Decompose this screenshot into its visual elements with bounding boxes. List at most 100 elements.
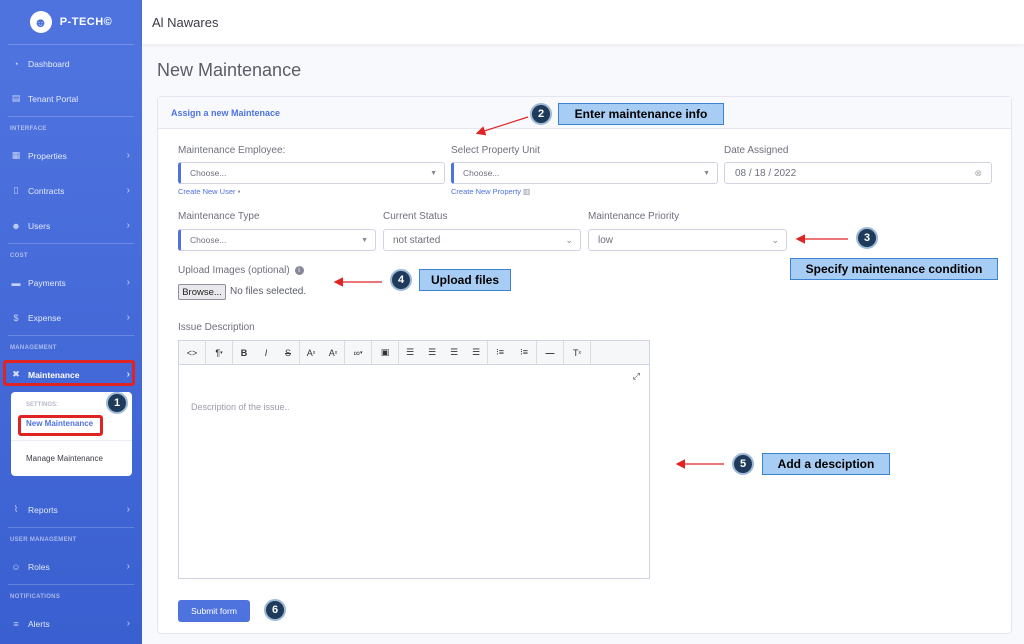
create-property-link[interactable]: Create New Property ▥ (451, 187, 530, 196)
annotation-number-2: 2 (530, 103, 552, 125)
sidebar-item-label: Properties (28, 150, 67, 161)
sidebar-item-users[interactable]: ☻ Users › (0, 208, 142, 243)
fullscreen-icon[interactable]: ⤢ (633, 371, 640, 382)
id-card-icon: ▪ (237, 187, 241, 196)
employee-select[interactable]: Choose... ▼ (178, 162, 445, 184)
sidebar-item-dashboard[interactable]: ◔ Dashboard (0, 46, 142, 81)
image-icon[interactable]: ▣ (372, 341, 398, 365)
user-role-icon: ☺ (11, 561, 21, 572)
subscript-icon[interactable]: Ax (322, 341, 344, 365)
portal-icon: ▤ (11, 93, 21, 103)
property-label: Select Property Unit (451, 145, 540, 156)
rich-text-editor[interactable]: <> ¶ ▾ B I S Ax Ax ∞ ▾ ▣ ☰ ☰ ☰ ☰ ⁝≡ ⁝≡ — T… (178, 340, 650, 579)
sidebar-item-expense[interactable]: $ Expense › (0, 300, 142, 335)
chevron-right-icon: › (126, 312, 130, 323)
building-icon: ▦ (11, 150, 21, 160)
info-icon: i (294, 266, 304, 275)
code-view-icon[interactable]: <> (179, 341, 205, 365)
strikethrough-icon[interactable]: S (277, 341, 299, 365)
annotation-number-3: 3 (856, 227, 878, 249)
status-label: Current Status (383, 211, 448, 222)
sidebar-item-label: Alerts (28, 618, 50, 629)
sidebar-item-payments[interactable]: ▬ Payments › (0, 265, 142, 300)
caret-down-icon: ▼ (430, 169, 437, 177)
caret-down-icon: ▼ (703, 169, 710, 177)
justify-icon[interactable]: ☰ (465, 341, 487, 365)
chart-icon: ⌇ (13, 504, 19, 514)
sidebar-heading-user-management: USER MANAGEMENT (10, 537, 77, 543)
building-icon: ▥ (523, 187, 531, 196)
sidebar-item-properties[interactable]: ▦ Properties › (0, 138, 142, 173)
chevron-right-icon: › (126, 185, 130, 196)
date-input[interactable]: 08 / 18 / 2022 ⊗ (724, 162, 992, 184)
priority-select-value: low (598, 234, 614, 246)
annotation-label-4: Upload files (419, 269, 511, 291)
sidebar-item-label: Dashboard (28, 58, 70, 69)
horizontal-rule-icon[interactable]: — (537, 341, 563, 365)
employee-label: Maintenance Employee: (178, 145, 286, 156)
italic-icon[interactable]: I (255, 341, 277, 365)
paragraph-icon[interactable]: ¶ ▾ (206, 341, 232, 365)
status-select-value: not started (393, 234, 441, 246)
clear-format-icon[interactable]: Tx (564, 341, 590, 365)
dashboard-icon: ◔ (13, 58, 19, 69)
create-user-link[interactable]: Create New User ▪ (178, 187, 240, 196)
sidebar-item-label: Roles (28, 561, 50, 572)
sidebar-item-label: Contracts (28, 185, 65, 196)
chevron-right-icon: › (126, 150, 130, 161)
upload-label: Upload Images (optional) i (178, 265, 304, 276)
status-select[interactable]: not started ⌄ (383, 229, 581, 251)
divider (8, 44, 134, 45)
sidebar-item-roles[interactable]: ☺ Roles › (0, 549, 142, 584)
link-icon[interactable]: ∞ ▾ (345, 341, 371, 365)
submenu-item-manage-maintenance[interactable]: Manage Maintenance (11, 447, 132, 469)
sidebar-item-label: Payments (28, 277, 66, 288)
type-select[interactable]: Choose... ▼ (178, 229, 376, 251)
align-center-icon[interactable]: ☰ (421, 341, 443, 365)
bullet-list-icon[interactable]: ⁝≡ (488, 341, 512, 365)
sidebar-heading-notifications: NOTIFICATIONS (10, 594, 61, 600)
brand-name: P-TECH© (59, 16, 113, 28)
priority-select[interactable]: low ⌄ (588, 229, 787, 251)
sidebar-item-alerts[interactable]: ≡ Alerts › (0, 606, 142, 641)
issue-label: Issue Description (178, 322, 255, 333)
sidebar-item-reports[interactable]: ⌇ Reports › (0, 492, 142, 527)
submit-button[interactable]: Submit form (178, 600, 250, 622)
sidebar-item-label: Expense (28, 312, 62, 323)
align-right-icon[interactable]: ☰ (443, 341, 465, 365)
chevron-right-icon: › (126, 618, 130, 629)
chevron-right-icon: › (126, 220, 130, 231)
highlight-maintenance (3, 360, 135, 386)
sidebar-heading-interface: INTERFACE (10, 126, 47, 132)
annotation-number-6: 6 (264, 599, 286, 621)
dollar-icon: $ (13, 312, 19, 323)
align-left-icon[interactable]: ☰ (399, 341, 421, 365)
chevron-right-icon: › (126, 504, 130, 515)
clear-icon[interactable]: ⊗ (974, 168, 982, 179)
bell-icon: ≡ (13, 618, 19, 629)
file-icon: ▯ (13, 185, 19, 195)
sidebar-item-label: Reports (28, 504, 58, 515)
money-icon: ▬ (11, 277, 21, 288)
topbar: Al Nawares (142, 0, 1024, 44)
brand[interactable]: ☻ P-TECH© (0, 0, 142, 44)
highlight-new-maintenance (18, 415, 103, 436)
chevron-right-icon: › (126, 561, 130, 572)
editor-placeholder: Description of the issue.. (191, 402, 290, 412)
bold-icon[interactable]: B (233, 341, 255, 365)
employee-select-value: Choose... (190, 168, 227, 178)
caret-down-icon: ▼ (361, 236, 368, 244)
annotation-number-4: 4 (390, 269, 412, 291)
sidebar-item-contracts[interactable]: ▯ Contracts › (0, 173, 142, 208)
property-select[interactable]: Choose... ▼ (451, 162, 718, 184)
superscript-icon[interactable]: Ax (300, 341, 322, 365)
page-title: New Maintenance (157, 60, 302, 80)
chevron-right-icon: › (126, 277, 130, 288)
sidebar-item-tenant-portal[interactable]: ▤ Tenant Portal (0, 81, 142, 116)
browse-button[interactable]: Browse... (178, 284, 226, 300)
upload-label-text: Upload Images (optional) (178, 265, 290, 276)
no-files-text: No files selected. (230, 286, 307, 297)
users-icon: ☻ (11, 220, 21, 231)
sidebar: ☻ P-TECH© ◔ Dashboard ▤ Tenant Portal IN… (0, 0, 142, 644)
numbered-list-icon[interactable]: ⁝≡ (512, 341, 536, 365)
